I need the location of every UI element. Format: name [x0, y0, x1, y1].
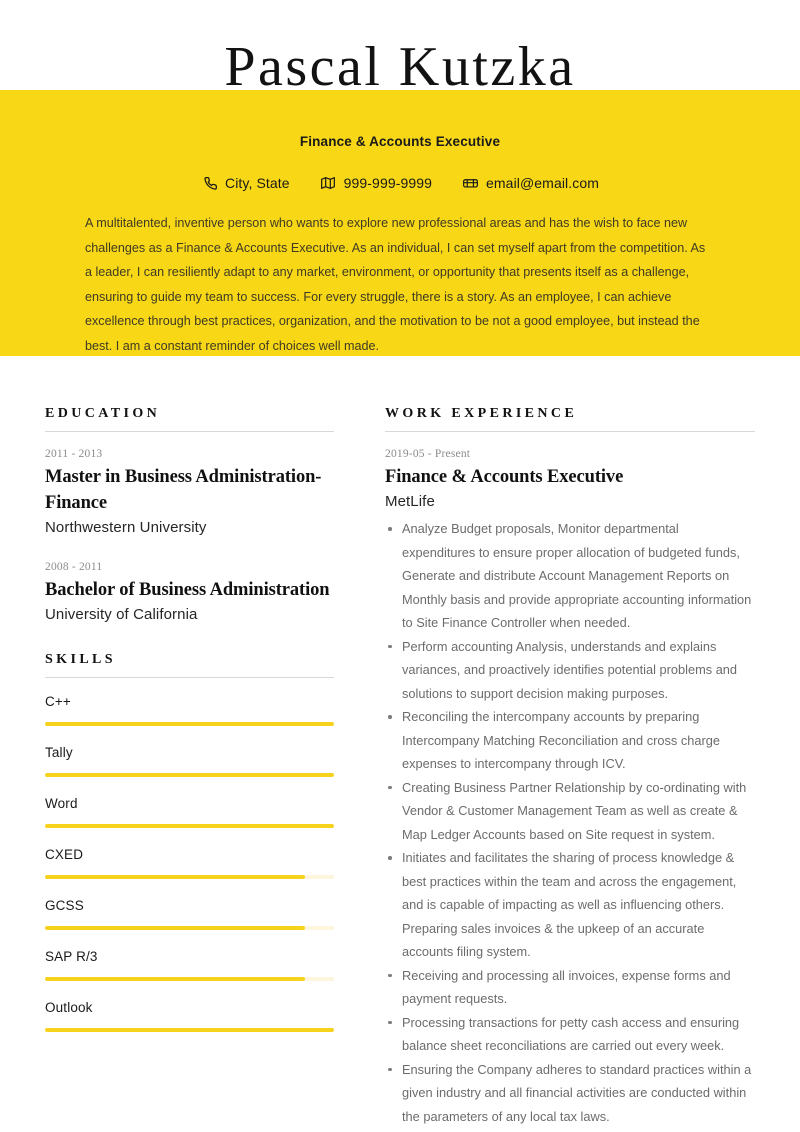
contact-item-email[interactable]: email@email.com	[462, 174, 599, 191]
work-experience-entry: 2019-05 - Present Finance & Accounts Exe…	[385, 448, 755, 1128]
skill-progress-track	[45, 722, 334, 726]
skill-item: Outlook	[45, 1000, 335, 1032]
mailbox-icon	[462, 174, 479, 191]
skill-progress-track	[45, 773, 334, 777]
skill-progress-fill	[45, 773, 334, 777]
education-entry-school: Northwestern University	[45, 519, 207, 536]
phone-icon	[201, 174, 218, 191]
education-entry: 2011 - 2013 Master in Business Administr…	[45, 448, 335, 539]
resume-header: Pascal Kutzka Finance & Accounts Executi…	[0, 0, 800, 356]
skill-progress-fill	[45, 722, 334, 726]
resume-body: EDUCATION 2011 - 2013 Master in Business…	[0, 356, 800, 1132]
skill-label: CXED	[45, 847, 84, 862]
bullet-item: Receiving and processing all invoices, e…	[385, 964, 755, 1011]
skill-progress-track	[45, 1028, 334, 1032]
skills-divider	[45, 677, 334, 678]
skill-progress-fill	[45, 977, 306, 981]
skill-progress-track	[45, 977, 334, 981]
skill-label: SAP R/3	[45, 949, 98, 964]
skill-label: C++	[45, 694, 71, 709]
skills-section-heading: SKILLS	[45, 652, 116, 667]
education-section-heading: EDUCATION	[45, 406, 161, 421]
skill-item: GCSS	[45, 898, 335, 930]
skill-item: C++	[45, 694, 335, 726]
resume-page: Pascal Kutzka Finance & Accounts Executi…	[0, 0, 800, 1132]
skill-progress-track	[45, 926, 334, 930]
skill-progress-track	[45, 875, 334, 879]
map-icon	[320, 174, 337, 191]
professional-summary: A multitalented, inventive person who wa…	[85, 216, 706, 353]
left-column: EDUCATION 2011 - 2013 Master in Business…	[0, 356, 345, 1132]
education-entry-school: University of California	[45, 606, 198, 623]
contact-row: City, State 999-999-9999 email@email.com	[0, 174, 800, 191]
skill-label: Word	[45, 796, 78, 811]
skill-progress-track	[45, 824, 334, 828]
work-entry-company: MetLife	[385, 493, 435, 510]
contact-location-text: City, State	[225, 174, 290, 191]
skill-item: Word	[45, 796, 335, 828]
skill-item: CXED	[45, 847, 335, 879]
bullet-item: Ensuring the Company adheres to standard…	[385, 1058, 755, 1129]
contact-phone-text: 999-999-9999	[343, 174, 433, 191]
bullet-item: Creating Business Partner Relationship b…	[385, 776, 755, 847]
skill-label: Tally	[45, 745, 73, 760]
work-entry-date: 2019-05 - Present	[385, 448, 471, 460]
work-entry-title: Finance & Accounts Executive	[385, 467, 624, 487]
education-entry-date: 2008 - 2011	[45, 561, 103, 573]
bullet-item: Reconciling the intercompany accounts by…	[385, 705, 755, 776]
skill-progress-fill	[45, 824, 334, 828]
work-entry-bullets: Analyze Budget proposals, Monitor depart…	[385, 517, 755, 1128]
contact-email-text: email@email.com	[486, 174, 599, 191]
right-column: WORK EXPERIENCE 2019-05 - Present Financ…	[345, 356, 800, 1132]
bullet-item: Initiates and facilitates the sharing of…	[385, 846, 755, 964]
education-entry-degree: Master in Business Administration-Financ…	[45, 467, 322, 513]
contact-item-phone[interactable]: 999-999-9999	[320, 174, 432, 191]
work-experience-section-heading: WORK EXPERIENCE	[385, 406, 578, 421]
bullet-item: Processing transactions for petty cash a…	[385, 1011, 755, 1058]
education-divider	[45, 431, 334, 432]
education-entry-degree: Bachelor of Business Administration	[45, 580, 330, 600]
skill-label: GCSS	[45, 898, 84, 913]
skill-progress-fill	[45, 926, 306, 930]
education-entry-date: 2011 - 2013	[45, 448, 103, 460]
education-entry: 2008 - 2011 Bachelor of Business Adminis…	[45, 561, 335, 626]
work-experience-divider	[385, 431, 755, 432]
skill-progress-fill	[45, 1028, 334, 1032]
candidate-name: Pascal Kutzka	[224, 36, 576, 98]
contact-item-location[interactable]: City, State	[201, 174, 290, 191]
bullet-item: Analyze Budget proposals, Monitor depart…	[385, 517, 755, 635]
skill-progress-fill	[45, 875, 306, 879]
candidate-job-title: Finance & Accounts Executive	[299, 134, 501, 149]
skill-label: Outlook	[45, 1000, 93, 1015]
bullet-item: Perform accounting Analysis, understands…	[385, 635, 755, 706]
skill-item: SAP R/3	[45, 949, 335, 981]
skill-item: Tally	[45, 745, 335, 777]
